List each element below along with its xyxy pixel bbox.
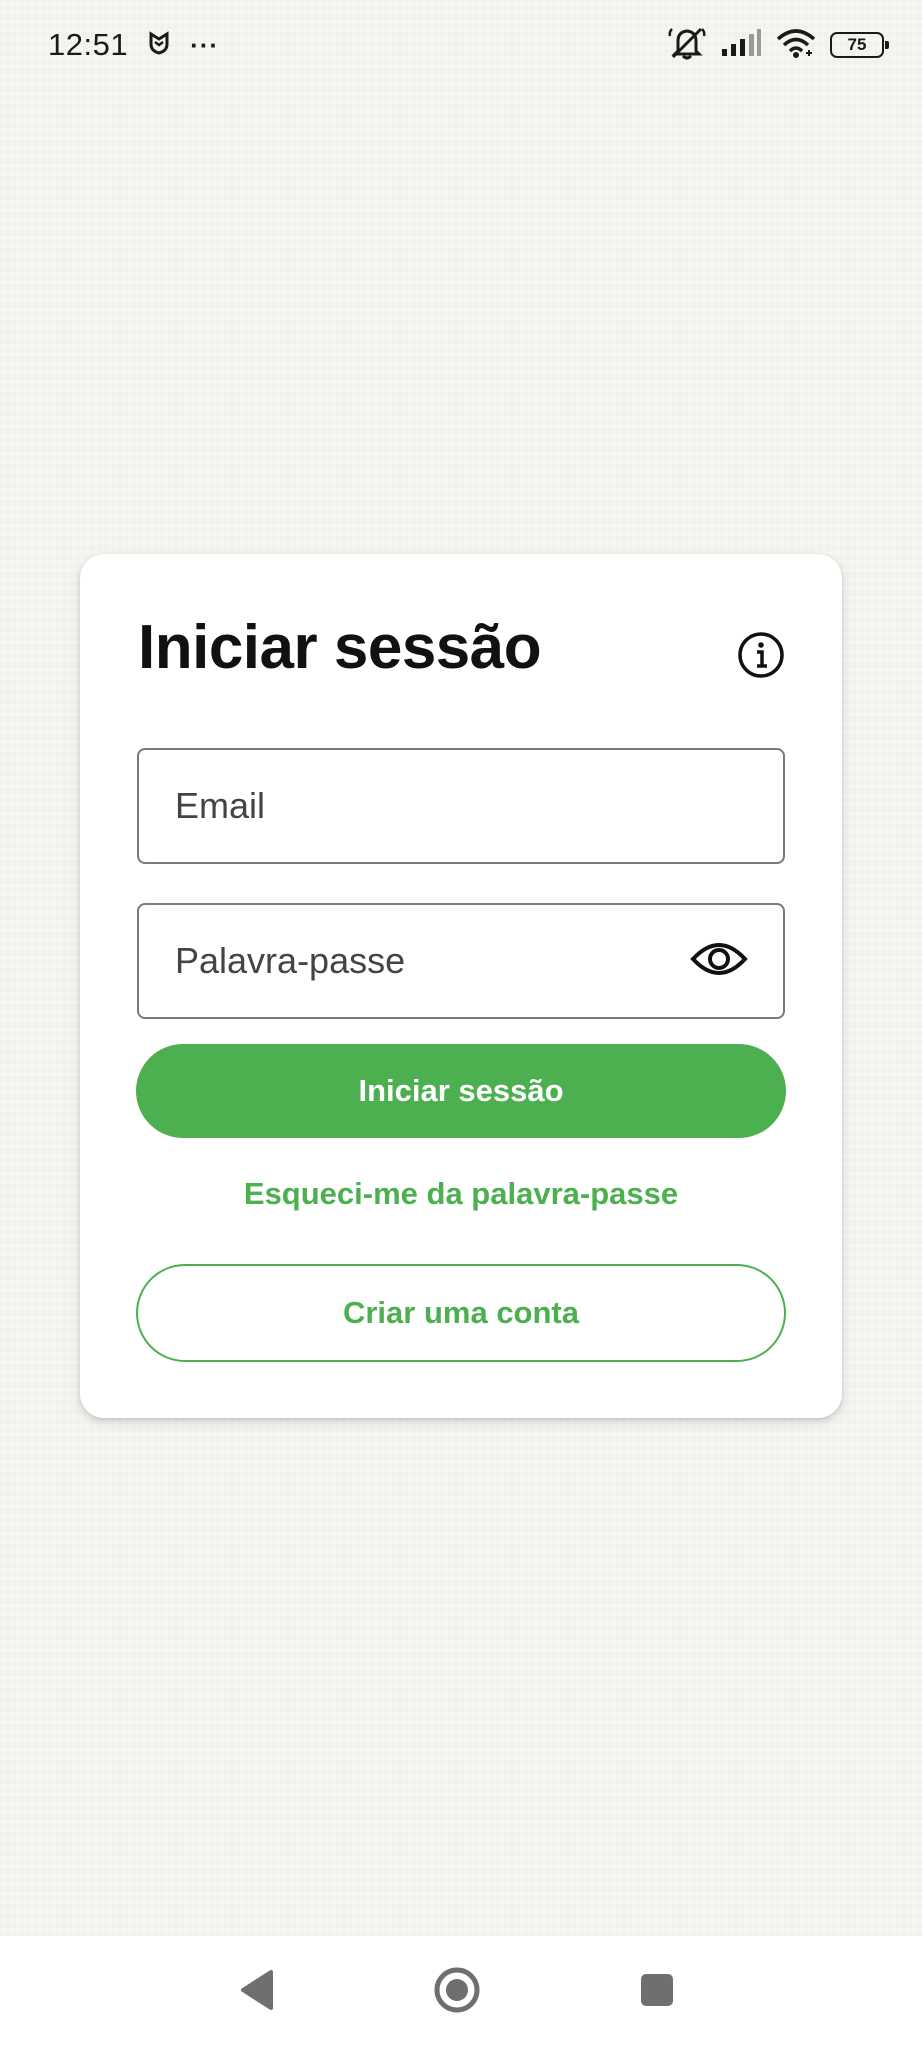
create-account-button[interactable]: Criar uma conta xyxy=(136,1264,786,1362)
info-icon xyxy=(736,630,786,685)
navigation-bar xyxy=(0,1936,922,2048)
eye-icon xyxy=(690,939,748,984)
home-icon xyxy=(432,1965,482,2020)
status-time: 12:51 xyxy=(48,27,129,62)
back-icon xyxy=(237,1968,277,2017)
sign-in-button[interactable]: Iniciar sessão xyxy=(136,1044,786,1138)
wifi-icon xyxy=(776,28,816,63)
info-button[interactable] xyxy=(736,630,786,685)
notification-app-icon xyxy=(148,30,170,60)
bell-muted-icon xyxy=(668,26,706,65)
nav-back-button[interactable] xyxy=(207,1936,307,2048)
email-input[interactable] xyxy=(175,785,747,827)
email-field[interactable] xyxy=(137,748,785,864)
nav-recents-button[interactable] xyxy=(607,1936,707,2048)
status-right: 75 xyxy=(668,26,889,65)
password-input[interactable] xyxy=(175,940,673,982)
battery-icon: 75 xyxy=(830,32,889,58)
status-bar: 12:51 ··· 75 xyxy=(0,0,922,90)
toggle-password-visibility-button[interactable] xyxy=(689,937,749,985)
password-field[interactable] xyxy=(137,903,785,1019)
more-notifications-indicator: ··· xyxy=(190,29,220,60)
page-title: Iniciar sessão xyxy=(138,613,542,682)
battery-level: 75 xyxy=(847,35,867,54)
signal-icon xyxy=(720,28,762,62)
forgot-password-link[interactable]: Esqueci-me da palavra-passe xyxy=(136,1176,786,1212)
nav-home-button[interactable] xyxy=(407,1936,507,2048)
recents-icon xyxy=(639,1972,675,2013)
status-left: 12:51 ··· xyxy=(48,27,219,63)
login-card: Iniciar sessão Iniciar sessão Esqueci-me… xyxy=(80,554,842,1418)
